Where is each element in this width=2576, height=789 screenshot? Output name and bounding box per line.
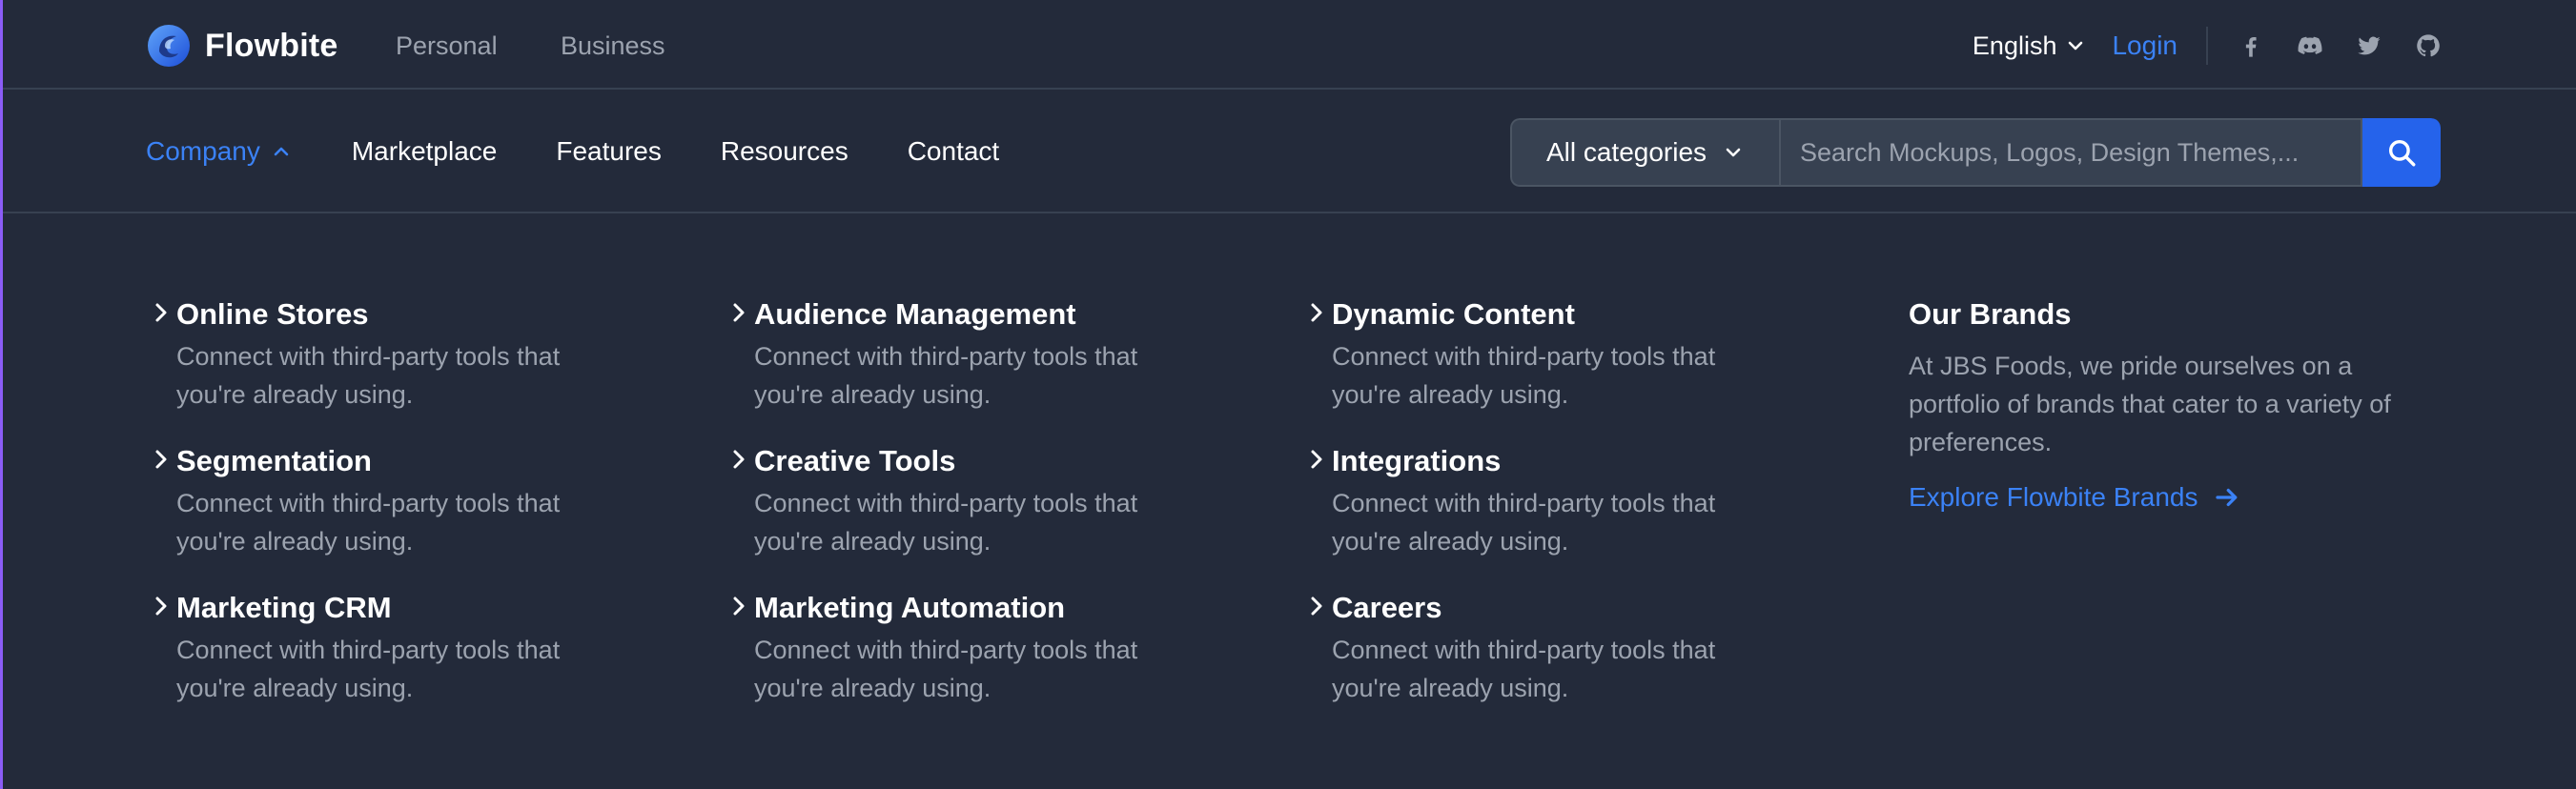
explore-brands-link[interactable]: Explore Flowbite Brands	[1909, 482, 2241, 513]
menu-item-online-stores[interactable]: Online Stores Connect with third-party t…	[146, 293, 642, 440]
top-link-personal[interactable]: Personal	[396, 27, 498, 65]
chevron-right-icon	[1311, 303, 1322, 322]
brand-name: Flowbite	[205, 27, 338, 64]
menu-item-title: Careers	[1332, 591, 1442, 624]
menu-item-title: Dynamic Content	[1332, 297, 1575, 331]
top-link-business[interactable]: Business	[561, 27, 665, 65]
login-link[interactable]: Login	[2112, 30, 2177, 61]
top-right-group: English Login	[1973, 23, 2443, 69]
nav-item-features[interactable]: Features	[556, 136, 662, 167]
menu-item-integrations[interactable]: Integrations Connect with third-party to…	[1301, 440, 1797, 587]
nav-items: Company Marketplace Features Resources C…	[146, 90, 1058, 213]
menu-column-2: Audience Management Connect with third-p…	[724, 293, 1219, 734]
chevron-up-icon	[274, 147, 289, 156]
flowbite-logo-icon	[148, 25, 190, 67]
menu-item-title: Integrations	[1332, 444, 1502, 477]
menu-item-desc: Connect with third-party tools that	[1332, 489, 1716, 517]
nav-item-resources[interactable]: Resources	[721, 136, 848, 167]
language-selector[interactable]: English	[1973, 31, 2088, 61]
menu-item-desc: Connect with third-party tools that	[176, 342, 561, 371]
chevron-right-icon	[1311, 597, 1322, 616]
chevron-right-icon	[733, 303, 745, 322]
menu-item-marketing-crm[interactable]: Marketing CRM Connect with third-party t…	[146, 587, 642, 734]
menu-item-desc: you're already using.	[176, 527, 414, 556]
nav-item-label: Company	[146, 136, 260, 166]
facebook-icon	[2245, 37, 2257, 57]
search-input[interactable]	[1779, 118, 2362, 187]
nav-item-contact[interactable]: Contact	[908, 136, 1000, 167]
menu-item-desc: Connect with third-party tools that	[754, 342, 1138, 371]
menu-item-title: Creative Tools	[754, 444, 956, 477]
menu-item-desc: you're already using.	[1332, 527, 1569, 556]
nav-item-company[interactable]: Company	[146, 136, 293, 167]
category-dropdown-button[interactable]: All categories	[1510, 118, 1779, 187]
menu-item-desc: Connect with third-party tools that	[176, 489, 561, 517]
menu-item-desc: you're already using.	[754, 674, 992, 702]
top-bar: Flowbite Personal Business English Login	[3, 0, 2576, 90]
menu-item-title: Marketing CRM	[176, 591, 392, 624]
search-icon	[2388, 139, 2416, 167]
search-button[interactable]	[2362, 118, 2441, 187]
chevron-right-icon	[733, 597, 745, 616]
brands-text: preferences.	[1909, 428, 2053, 456]
brands-text: At JBS Foods, we pride ourselves on a	[1909, 352, 2353, 380]
menu-item-desc: Connect with third-party tools that	[1332, 636, 1716, 664]
chevron-down-icon	[2069, 41, 2083, 51]
explore-brands-label: Explore Flowbite Brands	[1909, 482, 2198, 512]
brand-link[interactable]: Flowbite	[146, 23, 337, 69]
arrow-right-icon	[2216, 488, 2238, 507]
page: Flowbite Personal Business English Login	[0, 0, 2576, 789]
menu-item-desc: Connect with third-party tools that	[176, 636, 561, 664]
menu-item-title: Marketing Automation	[754, 591, 1066, 624]
menu-item-careers[interactable]: Careers Connect with third-party tools t…	[1301, 587, 1797, 734]
menu-item-desc: you're already using.	[1332, 380, 1569, 409]
menu-item-title: Audience Management	[754, 297, 1076, 331]
menu-item-dynamic-content[interactable]: Dynamic Content Connect with third-party…	[1301, 293, 1797, 440]
brands-panel: Our Brands At JBS Foods, we pride oursel…	[1909, 293, 2443, 513]
category-label: All categories	[1545, 137, 1707, 167]
menu-item-desc: Connect with third-party tools that	[754, 636, 1138, 664]
menu-item-title: Segmentation	[176, 444, 372, 477]
menu-column-1: Online Stores Connect with third-party t…	[146, 293, 642, 734]
divider	[2206, 27, 2208, 65]
discord-link[interactable]	[2296, 31, 2324, 60]
facebook-link[interactable]	[2237, 31, 2265, 60]
twitter-link[interactable]	[2355, 31, 2383, 60]
twitter-icon	[2358, 36, 2381, 55]
menu-item-desc: you're already using.	[754, 380, 992, 409]
menu-item-desc: Connect with third-party tools that	[1332, 342, 1716, 371]
menu-item-desc: you're already using.	[1332, 674, 1569, 702]
search-bar: All categories	[1510, 118, 2441, 187]
language-label: English	[1972, 30, 2057, 60]
menu-item-desc: you're already using.	[176, 674, 414, 702]
menu-column-3: Dynamic Content Connect with third-party…	[1301, 293, 1797, 734]
github-icon	[2417, 34, 2440, 57]
menu-item-desc: you're already using.	[754, 527, 992, 556]
menu-item-creative-tools[interactable]: Creative Tools Connect with third-party …	[724, 440, 1219, 587]
github-link[interactable]	[2414, 31, 2443, 60]
chevron-right-icon	[733, 450, 745, 469]
menu-item-audience-management[interactable]: Audience Management Connect with third-p…	[724, 293, 1219, 440]
chevron-down-icon	[1726, 148, 1741, 157]
menu-item-segmentation[interactable]: Segmentation Connect with third-party to…	[146, 440, 642, 587]
menu-item-title: Online Stores	[176, 297, 369, 331]
chevron-right-icon	[1311, 450, 1322, 469]
discord-icon	[2298, 36, 2322, 54]
brands-title: Our Brands	[1909, 297, 2072, 331]
nav-item-marketplace[interactable]: Marketplace	[352, 136, 498, 167]
menu-item-desc: you're already using.	[176, 380, 414, 409]
social-links	[2237, 31, 2443, 60]
menu-item-desc: Connect with third-party tools that	[754, 489, 1138, 517]
chevron-right-icon	[155, 597, 167, 616]
menu-item-marketing-automation[interactable]: Marketing Automation Connect with third-…	[724, 587, 1219, 734]
chevron-right-icon	[155, 450, 167, 469]
chevron-right-icon	[155, 303, 167, 322]
brands-text: portfolio of brands that cater to a vari…	[1909, 390, 2391, 418]
